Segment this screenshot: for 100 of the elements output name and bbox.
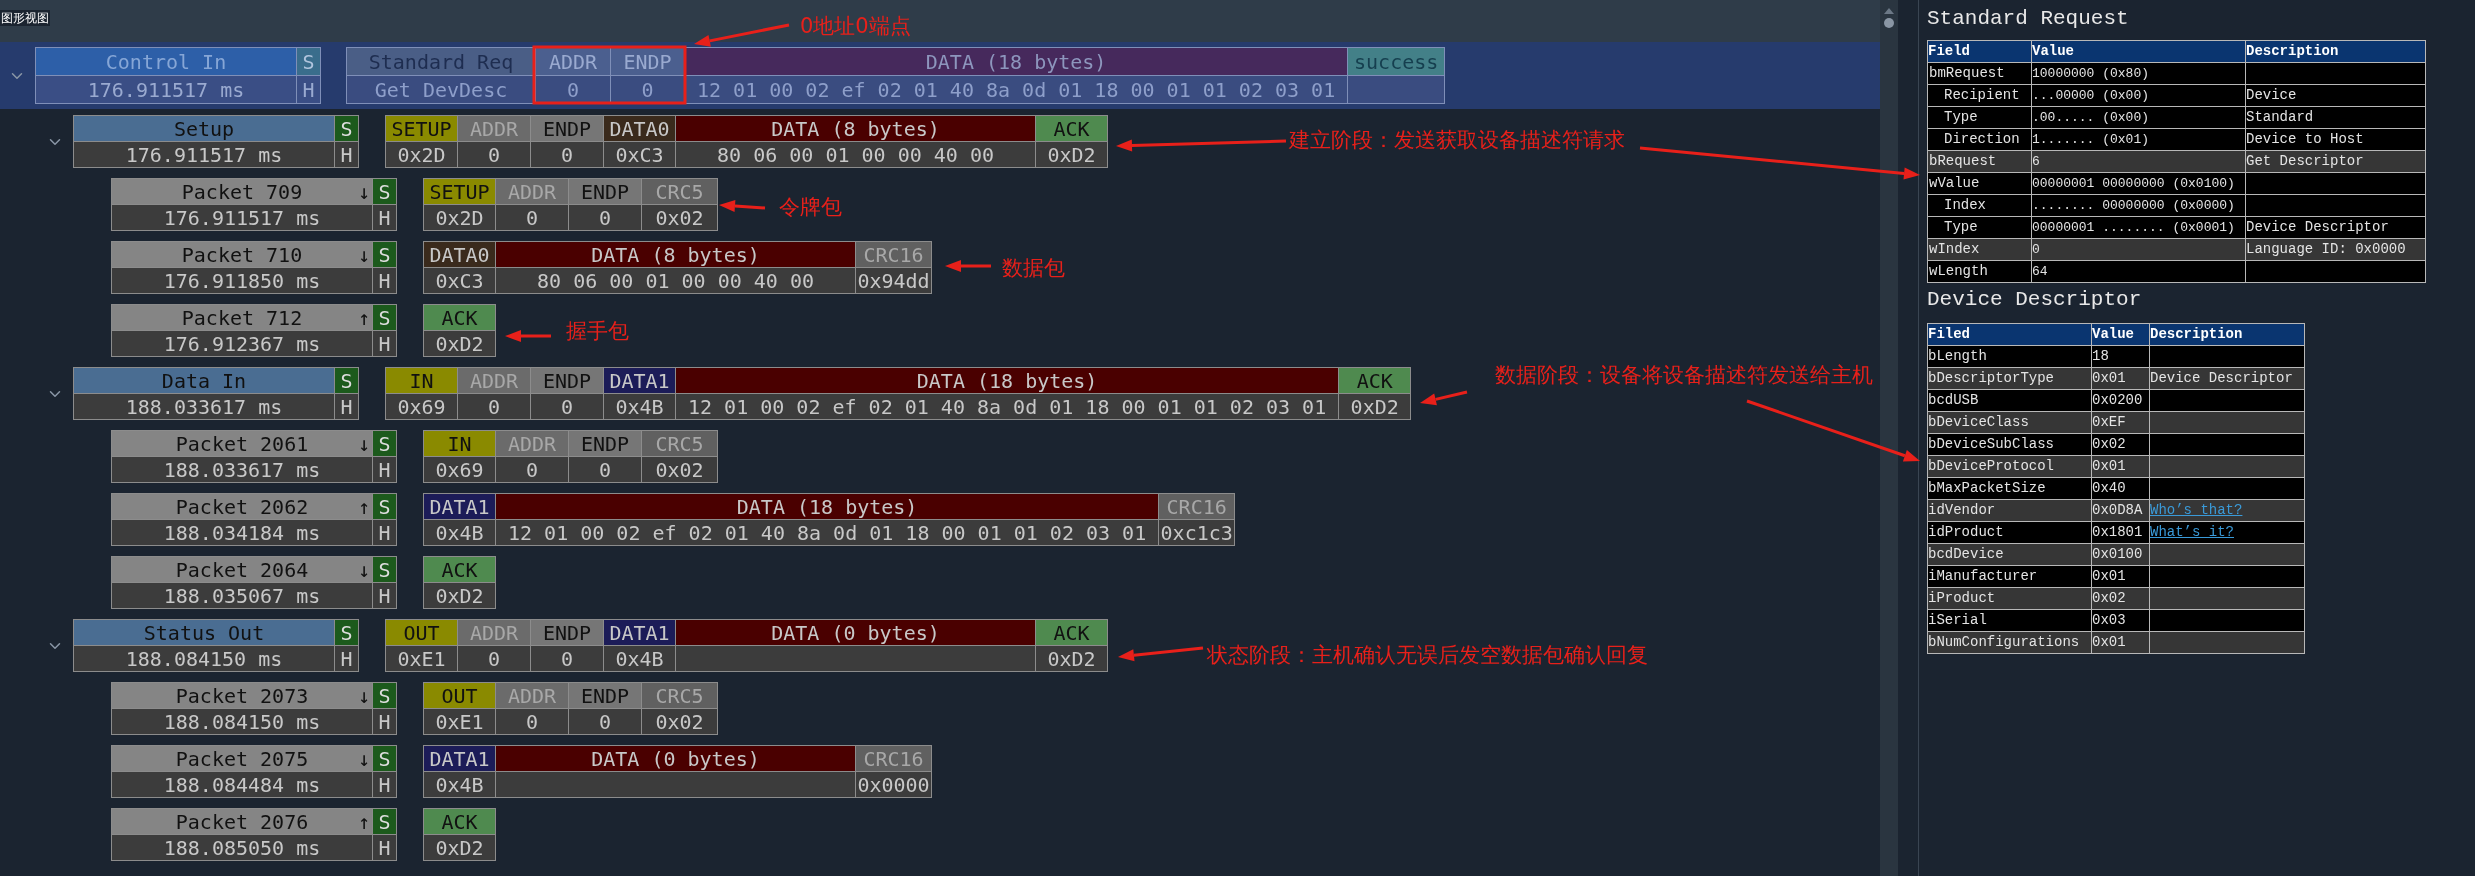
block-header[interactable]: Packet 2073 ↓ (112, 683, 373, 709)
field-header: ENDP (531, 116, 604, 142)
field-value: 0x2D (424, 205, 496, 231)
scrollbar[interactable] (1880, 0, 1898, 876)
field-header: SETUP (424, 179, 496, 205)
field-value: 0 (531, 646, 604, 672)
annotation-label: 令牌包 (779, 194, 842, 221)
flag-label: S (373, 809, 397, 835)
field-value: 0 (458, 394, 531, 420)
field-value: 0 (536, 76, 611, 104)
table-cell: 0x01 (2091, 565, 2150, 588)
table-cell: bcdDevice (1927, 543, 2092, 566)
packet-name: Packet 2073 (175, 682, 309, 710)
timestamp: 188.084150 ms (74, 646, 335, 672)
table-cell: Device to Host (2245, 128, 2426, 151)
table-cell: ........ 00000000 (0x0000) (2031, 194, 2246, 217)
field-header: ACK (424, 305, 496, 331)
flag-label: S (373, 557, 397, 583)
table-cell: Device (2245, 84, 2426, 107)
field-value: 0 (569, 709, 642, 735)
flag-label: S (373, 746, 397, 772)
field-value: 0x02 (642, 709, 718, 735)
table-cell: 0x02 (2091, 433, 2150, 456)
block-header[interactable]: Setup (74, 116, 335, 142)
panel-heading: Device Descriptor (1927, 287, 2143, 313)
timestamp: 188.033617 ms (74, 394, 335, 420)
field-value: 12 01 00 02 ef 02 01 40 8a 0d 01 18 00 01 01 02 03 01 (496, 520, 1160, 546)
table-cell: 6 (2031, 150, 2246, 173)
flag-label: S (297, 48, 321, 76)
block-header[interactable]: Packet 710 ↓ (112, 242, 373, 268)
table-cell: iSerial (1927, 609, 2092, 632)
block-header[interactable]: Packet 2061 ↓ (112, 431, 373, 457)
field-value: 0x94dd (856, 268, 932, 294)
arrow (719, 200, 766, 213)
table-cell: iProduct (1927, 587, 2092, 610)
field-header: ENDP (569, 431, 642, 457)
field-value: 0x4B (424, 772, 496, 798)
table-cell: bRequest (1927, 150, 2032, 173)
packet-name: Packet 2076 (175, 808, 309, 836)
field-value: 0 (531, 142, 604, 168)
block-header[interactable]: Packet 2064 ↓ (112, 557, 373, 583)
field-value: 0x02 (642, 457, 718, 483)
table-cell: idVendor (1927, 499, 2092, 522)
block-header[interactable]: Data In (74, 368, 335, 394)
flag-label: H (297, 76, 321, 104)
packet-name: Packet 710 (181, 241, 303, 269)
block-header[interactable]: Packet 2075 ↓ (112, 746, 373, 772)
direction-arrow: ↓ (357, 682, 370, 710)
field-value: 0x4B (424, 520, 496, 546)
packet-name: Status Out (143, 619, 265, 647)
column-header: Description (2245, 40, 2426, 63)
flag-label: S (335, 116, 359, 142)
annotation-label: 握手包 (566, 318, 629, 345)
annotation-label: 0地址0端点 (800, 13, 911, 40)
table-cell: 0x0100 (2091, 543, 2150, 566)
field-header: DATA (18 bytes) (685, 48, 1349, 76)
direction-arrow: ↓ (357, 430, 370, 458)
timestamp: 188.035067 ms (112, 583, 373, 609)
field-header: ACK (1036, 116, 1108, 142)
block-header[interactable]: Packet 2062 ↑ (112, 494, 373, 520)
block-header[interactable]: Packet 709 ↓ (112, 179, 373, 205)
block-header[interactable]: Packet 2076 ↑ (112, 809, 373, 835)
flag-label: H (335, 142, 359, 168)
scroll-thumb[interactable] (1884, 18, 1894, 28)
timestamp: 188.085050 ms (112, 835, 373, 861)
table-cell: 0 (2031, 238, 2246, 261)
field-header: DATA (18 bytes) (676, 368, 1340, 394)
field-value: 0xE1 (424, 709, 496, 735)
flag-label: S (373, 242, 397, 268)
flag-label: S (373, 431, 397, 457)
field-value: 0xD2 (1036, 142, 1108, 168)
field-value: 0xE1 (386, 646, 458, 672)
direction-arrow: ↓ (357, 241, 370, 269)
table-cell: Language ID: 0x0000 (2245, 238, 2426, 261)
block-header[interactable]: Packet 712 ↑ (112, 305, 373, 331)
field-value: 0xD2 (424, 835, 496, 861)
field-value: 0x69 (424, 457, 496, 483)
table-cell: bDeviceSubClass (1927, 433, 2092, 456)
flag-label: H (373, 520, 397, 546)
timestamp: 176.911517 ms (112, 205, 373, 231)
field-value: 0x4B (604, 394, 676, 420)
field-header: CRC5 (642, 431, 718, 457)
timestamp: 188.033617 ms (112, 457, 373, 483)
scroll-up-icon[interactable] (1884, 8, 1894, 14)
packet-name: Packet 712 (181, 304, 303, 332)
column-header: Value (2031, 40, 2246, 63)
flag-label: S (373, 683, 397, 709)
block-header[interactable]: Status Out (74, 620, 335, 646)
field-value: 0 (496, 205, 569, 231)
table-cell: 10000000 (0x80) (2031, 62, 2246, 85)
column-header: Field (1927, 40, 2032, 63)
flag-label: S (373, 494, 397, 520)
table-cell: bNumConfigurations (1927, 631, 2092, 654)
table-cell: ...00000 (0x00) (2031, 84, 2246, 107)
table-cell: Index (1927, 194, 2032, 217)
flag-label: H (373, 205, 397, 231)
field-value: 0x2D (386, 142, 458, 168)
field-value: 0xD2 (424, 331, 496, 357)
field-header: CRC16 (856, 242, 932, 268)
field-header: ENDP (531, 368, 604, 394)
